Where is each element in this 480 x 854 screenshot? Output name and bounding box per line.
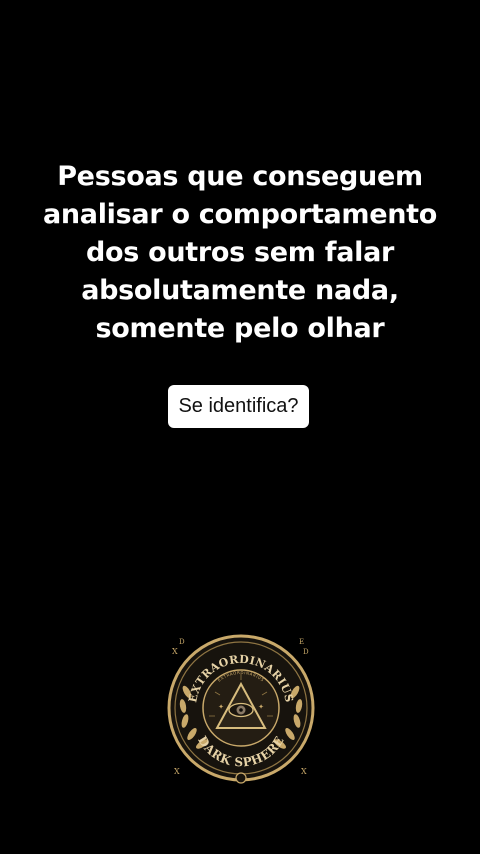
corner-letter-x-bottom-left: X	[174, 767, 180, 776]
question-text: Se identifica?	[178, 395, 299, 417]
question-sticker: Se identifica?	[168, 385, 309, 428]
corner-letter-x-left: X	[172, 647, 178, 656]
headline-line-3: dos outros sem falar	[85, 237, 395, 268]
corner-letter-e-right: E	[299, 638, 304, 646]
left-star-icon: ✦	[218, 703, 224, 711]
headline-line-4: absolutamente nada,	[81, 275, 399, 306]
headline-line-1: Pessoas que conseguem	[57, 161, 423, 192]
eye-pupil	[239, 708, 243, 712]
bottom-medallion	[235, 772, 247, 784]
headline-text: Pessoas que conseguem analisar o comport…	[0, 158, 480, 348]
corner-letter-x-bottom-right: X	[301, 767, 307, 776]
corner-letter-d-left: D	[179, 638, 185, 646]
logo-emblem: ✦ ✦ EXTRAORDINARIUS EXTRAORDINARIUS DARK…	[167, 634, 315, 784]
right-star-icon: ✦	[258, 703, 264, 711]
headline-line-5: somente pelo olhar	[95, 313, 385, 344]
headline-line-2: analisar o comportamento	[42, 199, 438, 230]
dark-sphere-logo: ✦ ✦ EXTRAORDINARIUS EXTRAORDINARIUS DARK…	[165, 632, 317, 784]
corner-letter-d-right: D	[303, 648, 309, 656]
